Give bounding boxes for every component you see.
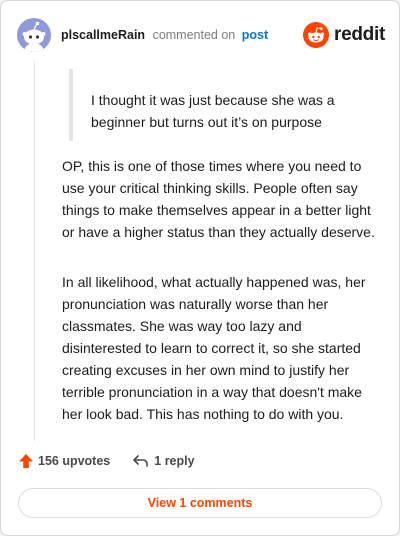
upvote-arrow-icon <box>19 454 33 468</box>
avatar[interactable] <box>17 18 51 52</box>
reply-arrow-icon <box>133 455 149 467</box>
view-comments-button[interactable]: View 1 comments <box>18 488 382 518</box>
thread-line <box>34 61 35 441</box>
quoted-text: I thought it was just because she was a … <box>69 69 391 141</box>
comment-meta: plscallmeRain commented on post <box>61 27 268 43</box>
reply-button[interactable]: 1 reply <box>132 453 195 469</box>
comment-actions: 156 upvotes 1 reply <box>18 453 195 469</box>
comment-header: plscallmeRain commented on post reddit <box>17 17 385 53</box>
username[interactable]: plscallmeRain <box>61 28 145 42</box>
upvote-button[interactable]: 156 upvotes <box>18 453 110 469</box>
reddit-brand[interactable]: reddit <box>303 22 385 48</box>
reddit-logo-icon <box>303 22 330 48</box>
comment-paragraph: OP, this is one of those times where you… <box>62 158 375 240</box>
comment-paragraph: In all likelihood, what actually happene… <box>62 274 366 422</box>
reply-count: 1 reply <box>154 454 195 468</box>
comment-card: plscallmeRain commented on post reddit I… <box>0 0 400 536</box>
post-link[interactable]: post <box>242 28 268 42</box>
snoo-avatar-icon <box>22 21 46 52</box>
upvote-count: 156 upvotes <box>38 454 111 468</box>
brand-name: reddit <box>334 24 385 45</box>
action-text: commented on <box>152 28 236 42</box>
